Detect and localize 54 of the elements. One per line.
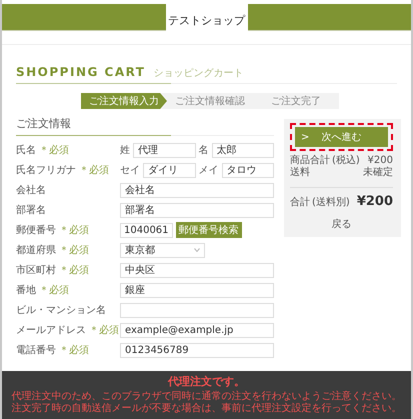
input-field[interactable]: 銀座: [120, 282, 274, 298]
input-field[interactable]: 0123456789: [120, 342, 274, 358]
prefecture-dropdown[interactable]: 東京都: [120, 242, 205, 258]
field-label: 都道府県: [16, 244, 56, 257]
required-mark: ＊必須: [59, 244, 89, 257]
field-label: 電話番号: [16, 344, 56, 357]
field-label: 番地: [16, 284, 36, 297]
total-label: 合計 (送料別): [290, 196, 350, 208]
total-value: ¥200: [356, 194, 393, 209]
required-mark: ＊必須: [59, 344, 89, 357]
input-field[interactable]: 会社名: [120, 182, 274, 198]
input-field[interactable]: 代理: [133, 142, 196, 158]
input-field[interactable]: ダイリ: [143, 162, 196, 178]
chevron-icon: [194, 248, 200, 252]
notice-title: 代理注文です。: [166, 374, 246, 389]
field-label: 市区町村: [16, 264, 56, 277]
field-label: 会社名: [16, 184, 46, 197]
input-field[interactable]: 1040061: [120, 222, 173, 238]
field-label: ビル・マンション名: [16, 304, 106, 317]
required-mark: ＊必須: [79, 164, 109, 177]
page-title: SHOPPING CART: [16, 65, 146, 79]
back-link[interactable]: 戻る: [332, 219, 352, 230]
field-label: 氏名: [16, 144, 36, 157]
field-label: 郵便番号: [16, 224, 56, 237]
required-mark: ＊必須: [39, 144, 69, 157]
field-prefix: メイ: [198, 164, 218, 177]
required-mark: ＊必須: [59, 224, 89, 237]
notice-text: 注文完了時の自動送信メールが不要な場合は、事前に代理注文設定を行ってください。: [10, 403, 402, 415]
section-title: ご注文情報: [16, 109, 274, 136]
field-prefix: セイ: [120, 164, 140, 177]
field-prefix: 名: [198, 144, 208, 157]
summary-label: 送料: [290, 167, 310, 179]
summary-value: 未確定: [363, 167, 393, 179]
input-field[interactable]: 中央区: [120, 262, 274, 278]
required-mark: ＊必須: [89, 324, 119, 337]
shop-name: テストショップ: [167, 13, 246, 29]
field-label: メールアドレス: [16, 324, 86, 337]
input-field[interactable]: example@example.jp: [120, 322, 274, 338]
input-field[interactable]: 部署名: [120, 202, 274, 218]
summary-label: 商品合計 (税込): [290, 155, 360, 166]
input-field[interactable]: タロウ: [222, 162, 274, 178]
input-field[interactable]: 太郎: [212, 142, 274, 158]
notice-text: 代理注文中のため、このブラウザで同時に通常の注文を行わないようご注意ください。: [10, 391, 402, 402]
summary-value: ¥200: [368, 155, 393, 166]
required-mark: ＊必須: [39, 284, 69, 297]
field-label: 部署名: [16, 204, 46, 217]
page-subtitle: ショッピングカート: [154, 67, 244, 80]
required-mark: ＊必須: [59, 264, 89, 277]
field-label: 氏名フリガナ: [16, 164, 76, 177]
progress-step: ご注文完了: [253, 93, 339, 109]
input-field[interactable]: [120, 302, 274, 318]
progress-step: ご注文情報確認: [167, 93, 253, 109]
progress-step: ご注文情報入力: [81, 93, 167, 109]
field-prefix: 姓: [120, 144, 130, 157]
